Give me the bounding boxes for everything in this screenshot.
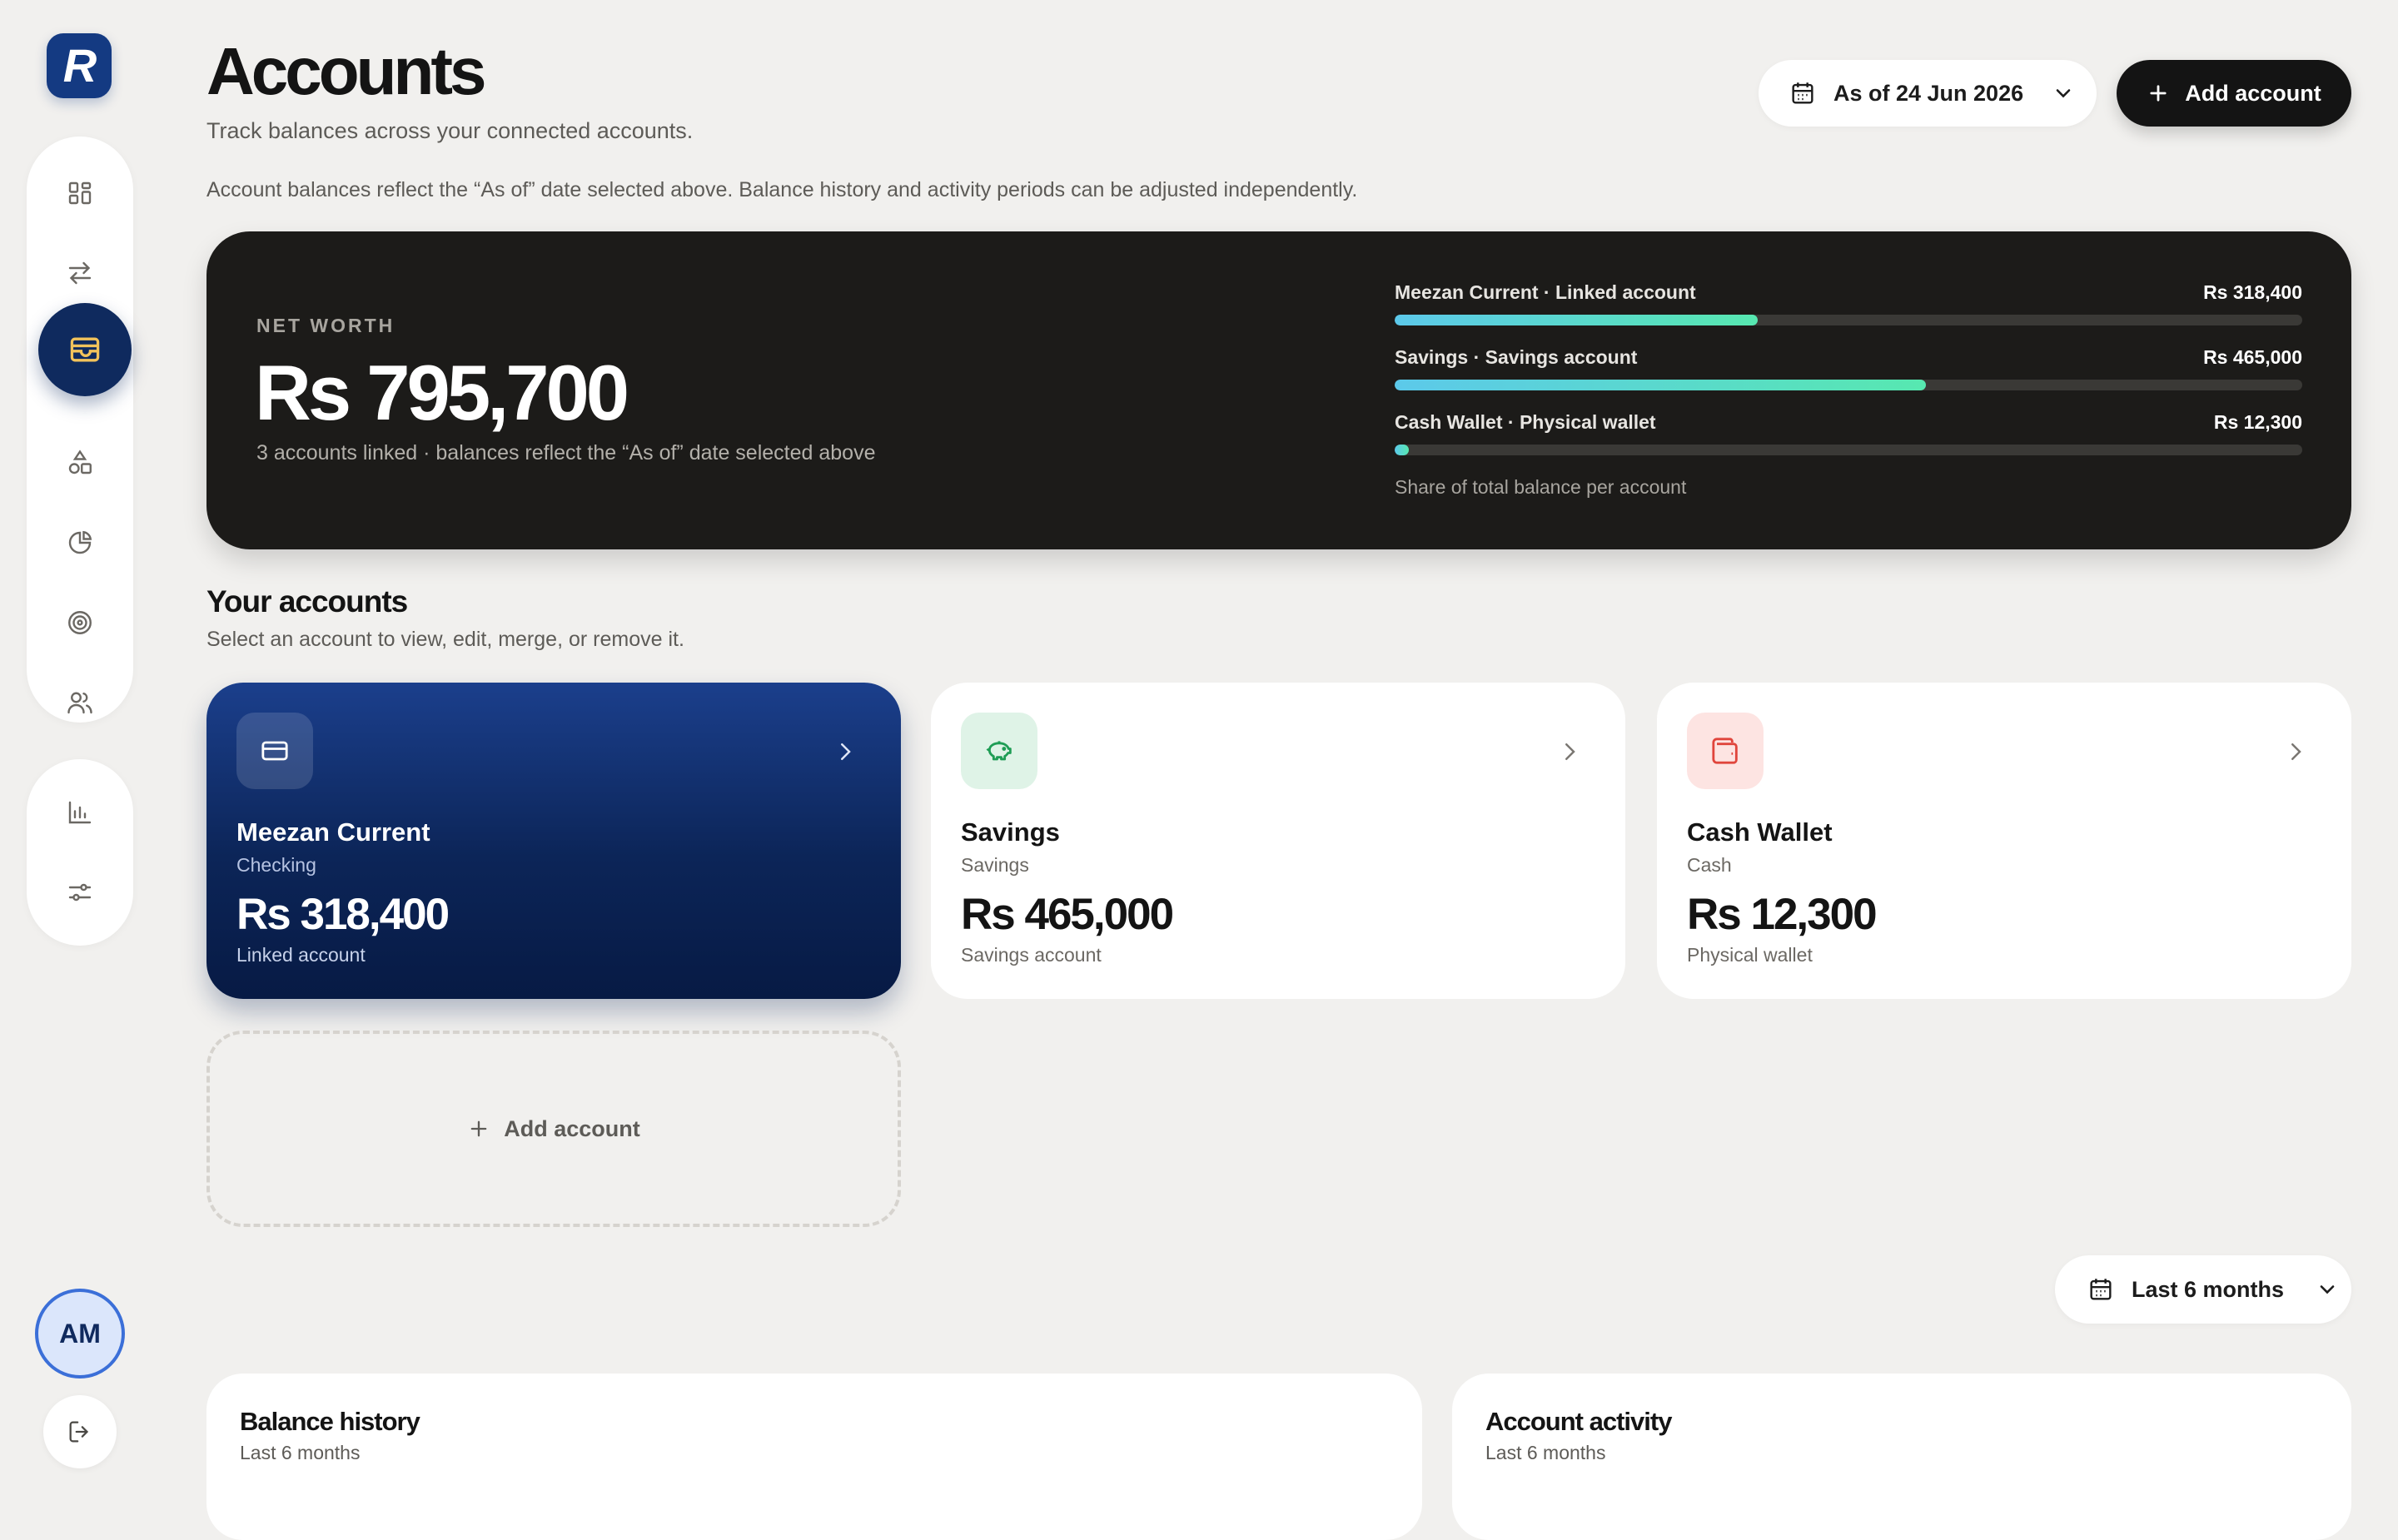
account-name: Savings — [961, 817, 1060, 847]
logout-icon — [69, 1421, 89, 1443]
nav-accounts[interactable] — [38, 303, 132, 396]
chevron-right-icon — [2291, 743, 2301, 760]
net-worth-label: NET WORTH — [256, 315, 396, 336]
target-icon — [68, 611, 92, 634]
chevron-right-icon — [841, 743, 851, 760]
share-label: Savings · Savings account — [1395, 346, 1638, 368]
account-name: Meezan Current — [236, 817, 430, 847]
accounts-section-subtitle: Select an account to view, edit, merge, … — [206, 628, 684, 651]
share-row: Meezan Current · Linked account Rs 318,4… — [1395, 281, 2302, 346]
pie-chart-icon — [68, 530, 92, 554]
share-label: Cash Wallet · Physical wallet — [1395, 411, 1656, 433]
add-account-tile[interactable]: Add account — [206, 1031, 901, 1227]
share-fill — [1395, 380, 1926, 390]
nav-transactions[interactable] — [47, 240, 113, 306]
account-description: Savings account — [961, 944, 1102, 966]
account-balance: Rs 465,000 — [961, 890, 1174, 939]
calendar-icon — [1792, 82, 1813, 104]
balance-share-bars: Meezan Current · Linked account Rs 318,4… — [1395, 281, 2302, 476]
nav-settings[interactable] — [47, 859, 113, 926]
wallet-icon — [70, 337, 100, 362]
nav-budgets[interactable] — [47, 509, 113, 576]
nav-categories[interactable] — [47, 430, 113, 496]
account-description: Linked account — [236, 944, 366, 966]
as-of-label: As of 24 Jun 2026 — [1833, 80, 2024, 106]
add-account-tile-label: Add account — [504, 1115, 640, 1141]
share-amount: Rs 465,000 — [2203, 346, 2302, 368]
account-icon-tile — [961, 713, 1037, 789]
arrows-swap-icon — [68, 261, 92, 285]
share-fill — [1395, 445, 1410, 455]
page-title: Accounts — [206, 34, 486, 108]
panel-subtitle: Last 6 months — [1485, 1442, 1606, 1463]
account-card-meezan-current[interactable]: Meezan Current Checking Rs 318,400 Linke… — [206, 683, 901, 999]
account-card-cash-wallet[interactable]: Cash Wallet Cash Rs 12,300 Physical wall… — [1657, 683, 2351, 999]
share-row: Savings · Savings account Rs 465,000 — [1395, 346, 2302, 411]
share-fill — [1395, 315, 1758, 325]
share-track — [1395, 445, 2302, 455]
page-subtitle: Track balances across your connected acc… — [206, 118, 694, 143]
app-logo[interactable]: R — [47, 33, 112, 98]
share-track — [1395, 315, 2302, 325]
account-description: Physical wallet — [1687, 944, 1813, 966]
balance-history-panel: Balance history Last 6 months — [206, 1374, 1422, 1540]
logo-letter: R — [62, 39, 97, 92]
chevron-down-icon — [2056, 89, 2071, 98]
nav-people[interactable] — [47, 669, 113, 736]
share-label: Meezan Current · Linked account — [1395, 281, 1696, 303]
page-note: Account balances reflect the “As of” dat… — [206, 178, 1358, 201]
account-card-savings[interactable]: Savings Savings Rs 465,000 Savings accou… — [931, 683, 1625, 999]
sidebar-secondary-nav — [27, 759, 133, 946]
period-label: Last 6 months — [2132, 1276, 2285, 1302]
plus-icon — [2150, 85, 2167, 102]
wallet-icon — [1712, 738, 1738, 764]
share-amount: Rs 12,300 — [2213, 411, 2302, 433]
net-worth-subtitle: 3 accounts linked · balances reflect the… — [256, 441, 876, 464]
share-row: Cash Wallet · Physical wallet Rs 12,300 — [1395, 411, 2302, 476]
panel-title: Account activity — [1485, 1407, 1672, 1436]
account-balance: Rs 318,400 — [236, 890, 450, 939]
account-icon-tile — [1687, 713, 1764, 789]
account-icon-tile — [236, 713, 313, 789]
shapes-icon — [68, 450, 92, 474]
nav-goals[interactable] — [47, 589, 113, 656]
as-of-date-picker[interactable]: As of 24 Jun 2026 — [1759, 60, 2097, 127]
piggy-bank-icon — [986, 741, 1012, 761]
logout-button[interactable] — [43, 1395, 117, 1468]
account-type: Savings — [961, 854, 1029, 876]
net-worth-card: NET WORTH Rs 795,700 3 accounts linked ·… — [206, 231, 2351, 549]
share-track — [1395, 380, 2302, 390]
calendar-icon — [2090, 1279, 2112, 1300]
account-type: Checking — [236, 854, 316, 876]
sliders-icon — [68, 883, 92, 902]
bar-chart-icon — [68, 801, 92, 824]
net-worth-value: Rs 795,700 — [255, 349, 629, 436]
chevron-right-icon — [1565, 743, 1575, 760]
users-icon — [67, 692, 92, 714]
account-balance: Rs 12,300 — [1687, 890, 1878, 939]
add-account-label: Add account — [2185, 80, 2321, 106]
grid-icon — [68, 181, 92, 205]
panel-title: Balance history — [240, 1407, 420, 1436]
account-type: Cash — [1687, 854, 1732, 876]
nav-reports[interactable] — [47, 779, 113, 846]
period-picker[interactable]: Last 6 months — [2055, 1255, 2351, 1324]
add-account-button[interactable]: Add account — [2117, 60, 2351, 127]
user-avatar[interactable]: AM — [35, 1289, 125, 1379]
panel-subtitle: Last 6 months — [240, 1442, 361, 1463]
share-caption: Share of total balance per account — [1395, 476, 1687, 498]
plus-icon — [470, 1120, 487, 1137]
chevron-down-icon — [2320, 1285, 2335, 1294]
account-activity-panel: Account activity Last 6 months — [1452, 1374, 2351, 1540]
nav-dashboard[interactable] — [47, 160, 113, 226]
share-amount: Rs 318,400 — [2203, 281, 2302, 303]
sidebar-nav — [27, 137, 133, 723]
card-icon — [261, 741, 288, 761]
accounts-section-title: Your accounts — [206, 584, 408, 618]
account-name: Cash Wallet — [1687, 817, 1833, 847]
